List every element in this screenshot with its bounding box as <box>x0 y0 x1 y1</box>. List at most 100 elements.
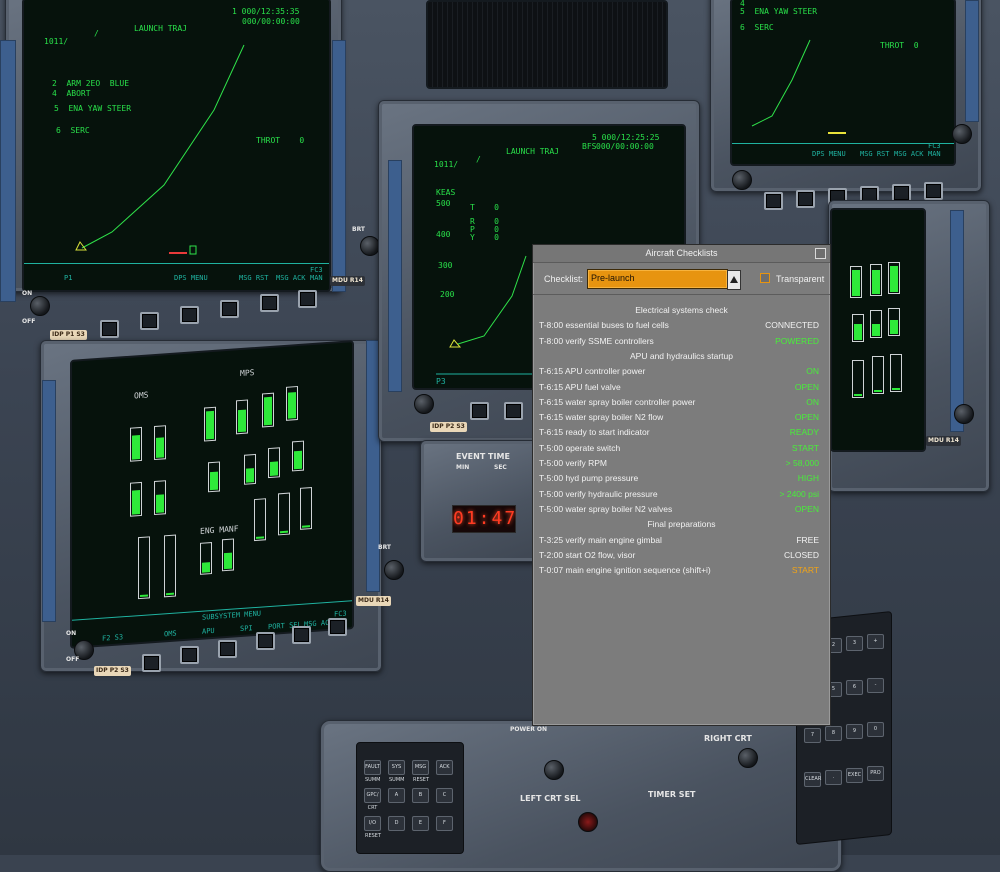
crt-menu-msg-ack[interactable]: MSG ACK <box>894 150 924 158</box>
checklist-item[interactable]: T-5:00 operate switch START <box>539 443 819 455</box>
keypad-key[interactable]: ACK <box>436 760 453 775</box>
mps-gauge <box>208 461 220 493</box>
power-knob[interactable] <box>732 170 752 190</box>
keypad-key[interactable]: 0 <box>867 722 884 737</box>
keypad-key[interactable]: EXEC <box>846 768 863 783</box>
checklist-item-state: START <box>791 565 819 576</box>
keypad-key[interactable]: + <box>867 634 884 649</box>
brightness-knob[interactable] <box>952 124 972 144</box>
keypad-key[interactable]: 8 <box>825 726 842 741</box>
keypad-key[interactable]: - <box>867 678 884 693</box>
crt-menu-dps[interactable]: DPS MENU <box>174 274 208 282</box>
crt-menu-spi[interactable]: SPI <box>240 624 253 633</box>
checklist-item-state: > 58,000 <box>785 458 819 468</box>
crt-edge-button[interactable] <box>470 402 489 420</box>
crt-edge-button[interactable] <box>256 632 275 650</box>
timer-set-knob[interactable] <box>578 812 598 832</box>
brightness-knob[interactable] <box>954 404 974 424</box>
crt-edge-button[interactable] <box>764 192 783 210</box>
checklist-item[interactable]: T-8:00 verify SSME controllers POWERED <box>539 336 819 348</box>
crt-edge-button[interactable] <box>220 300 239 318</box>
checklist-item[interactable]: T-5:00 water spray boiler N2 valves OPEN <box>539 504 819 516</box>
crt-edge-button[interactable] <box>298 290 317 308</box>
keypad-key[interactable]: GPC/ CRT <box>364 788 381 811</box>
keypad-key[interactable]: CLEAR <box>804 772 821 787</box>
crt-select-knob[interactable] <box>738 748 758 768</box>
crt-edge-button[interactable] <box>260 294 279 312</box>
crt-edge-button[interactable] <box>924 182 943 200</box>
checklist-item[interactable]: T-6:15 APU fuel valve OPEN <box>539 382 819 394</box>
transparent-label: Transparent <box>776 274 825 284</box>
trajectory-plot <box>751 39 846 134</box>
checklist-item[interactable]: T-6:15 water spray boiler controller pow… <box>539 397 819 409</box>
checklist-item[interactable]: T-6:15 water spray boiler N2 flow OPEN <box>539 412 819 424</box>
crt-menu-oms[interactable]: OMS <box>164 629 177 638</box>
crt-menu-dps[interactable]: DPS MENU <box>812 150 846 158</box>
crt-edge-button[interactable] <box>218 640 237 658</box>
crt-select-knob[interactable] <box>544 760 564 780</box>
power-knob[interactable] <box>30 296 50 316</box>
checklist-item[interactable]: T-5:00 hyd pump pressure HIGH <box>539 473 819 485</box>
mps-gauge <box>890 354 902 392</box>
crt-p-label: P3 <box>436 377 446 386</box>
crt-edge-button[interactable] <box>328 618 347 636</box>
keypad-key[interactable]: A <box>388 788 405 803</box>
checklist-item[interactable]: T-2:00 start O2 flow, visor CLOSED <box>539 550 819 562</box>
keypad-key[interactable]: D <box>388 816 405 831</box>
keypad-key[interactable]: C <box>436 788 453 803</box>
checklist-item[interactable]: T-8:00 essential buses to fuel cells CONN… <box>539 320 819 332</box>
brightness-knob[interactable] <box>384 560 404 580</box>
checklist-item-name: T-3:25 verify main engine gimbal <box>539 534 662 545</box>
crt-edge-button[interactable] <box>292 626 311 644</box>
crt-edge-button[interactable] <box>100 320 119 338</box>
mps-gauge <box>292 440 304 472</box>
crt-edge-button[interactable] <box>142 654 161 672</box>
mps-gauge <box>222 538 234 572</box>
keypad-key[interactable]: PRO <box>867 766 884 781</box>
checklist-item[interactable]: T-3:25 verify main engine gimbal FREE <box>539 535 819 547</box>
crt-edge-button[interactable] <box>140 312 159 330</box>
crt-edge-button[interactable] <box>180 306 199 324</box>
crt-edge-button[interactable] <box>504 402 523 420</box>
keypad-key[interactable]: F <box>436 816 453 831</box>
close-icon[interactable] <box>815 248 826 259</box>
crt-top-center-grid <box>426 0 668 89</box>
crt-edge-button[interactable] <box>796 190 815 208</box>
keypad-key[interactable]: . <box>825 770 842 785</box>
keypad-key[interactable]: B <box>412 788 429 803</box>
keypad-key[interactable]: 9 <box>846 724 863 739</box>
keypad-key[interactable]: 3 <box>846 636 863 651</box>
brightness-knob[interactable] <box>360 236 380 256</box>
mps-gauge <box>850 266 862 298</box>
crt-subsystem-right <box>830 208 926 452</box>
checklist-select[interactable]: Pre-launch <box>587 269 741 290</box>
dialog-titlebar[interactable]: Aircraft Checklists <box>533 245 830 263</box>
mps-gauge <box>204 406 216 442</box>
crt-menu-fc[interactable]: FC3 MAN <box>928 142 954 158</box>
crt-menu-msg-rst[interactable]: MSG RST <box>860 150 890 158</box>
checklist-item[interactable]: T-0:07 main engine ignition sequence (sh… <box>539 565 819 577</box>
keypad-key[interactable]: MSG RESET <box>412 760 429 783</box>
checklist-item[interactable]: T-6:15 APU controller power ON <box>539 366 819 378</box>
checklist-item[interactable]: T-6:15 ready to start indicator READY <box>539 427 819 439</box>
checklist-item-state: POWERED <box>775 335 819 346</box>
dropdown-arrow-icon[interactable] <box>727 270 741 290</box>
crt-menu-apu[interactable]: APU <box>202 627 215 636</box>
keypad-key[interactable]: FAULT SUMM <box>364 760 381 783</box>
keypad-key[interactable]: 7 <box>804 728 821 743</box>
crt-menu-msg-rst[interactable]: MSG RST <box>239 274 269 282</box>
keypad-key[interactable]: 6 <box>846 680 863 695</box>
transparent-checkbox[interactable] <box>760 273 770 283</box>
crt-menu-fc[interactable]: FC3 MAN <box>310 266 329 282</box>
cockpit-background: 1011/ / LAUNCH TRAJ 1 000/12:35:35 000/0… <box>0 0 1000 872</box>
crt-menu-msg-ack[interactable]: MSG ACK <box>276 274 306 282</box>
checklist-item[interactable]: T-5:00 verify RPM > 58,000 <box>539 458 819 470</box>
checklist-item[interactable]: T-5:00 verify hydraulic pressure > 2400 p… <box>539 489 819 501</box>
crt-edge-button[interactable] <box>180 646 199 664</box>
mps-gauge <box>852 360 864 398</box>
keypad-key[interactable]: I/O RESET <box>364 816 381 839</box>
keypad-key[interactable]: SYS SUMM <box>388 760 405 783</box>
keypad-key[interactable]: E <box>412 816 429 831</box>
crt-menu-subsystem[interactable]: SUBSYSTEM MENU <box>202 610 261 622</box>
brightness-knob[interactable] <box>414 394 434 414</box>
